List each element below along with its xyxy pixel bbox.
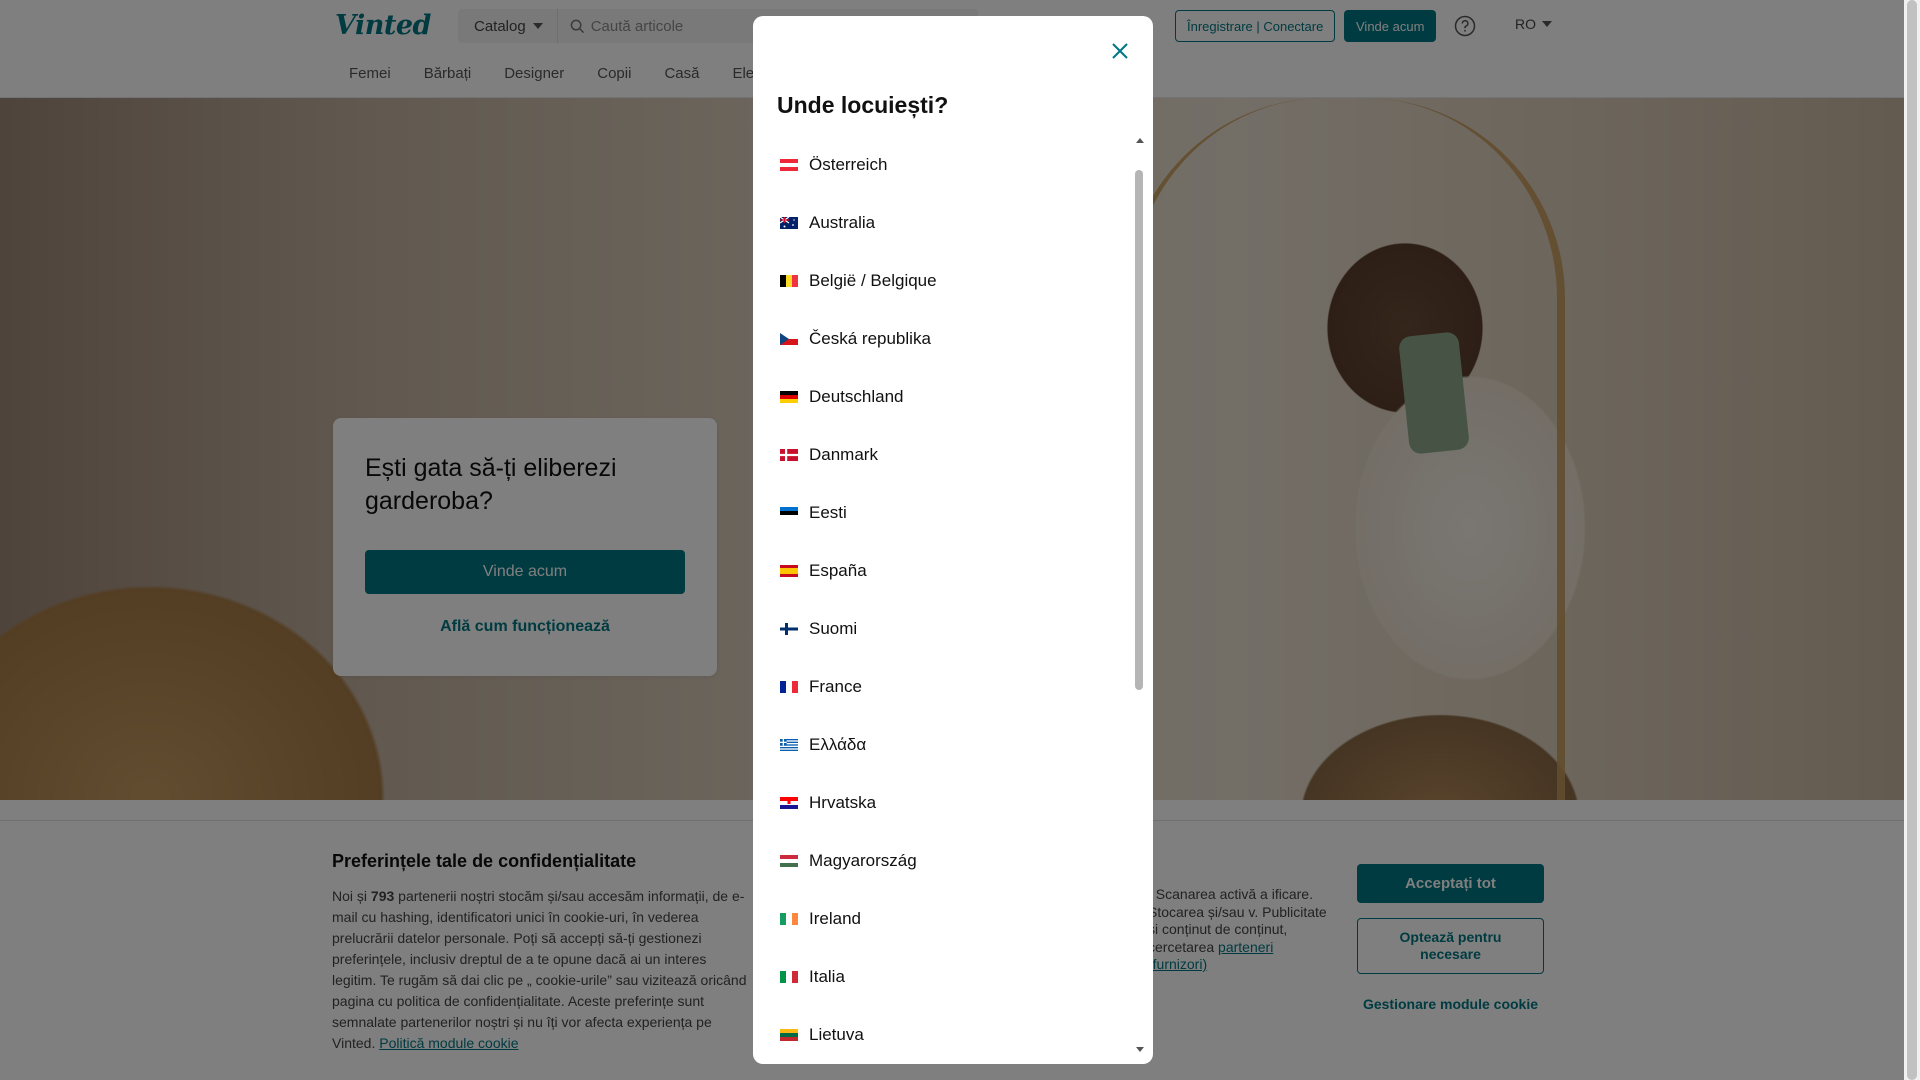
country-item-belgium[interactable]: België / Belgique	[753, 252, 1139, 310]
country-name: Eesti	[809, 503, 847, 522]
country-select-modal: Unde locuiești? Österreich Australia Bel…	[753, 16, 1153, 1064]
croatia-flag-icon	[780, 797, 798, 809]
country-item-croatia[interactable]: Hrvatska	[753, 774, 1139, 832]
country-item-ireland[interactable]: Ireland	[753, 890, 1139, 948]
ireland-flag-icon	[780, 913, 798, 925]
country-item-denmark[interactable]: Danmark	[753, 426, 1139, 484]
country-name: Ελλάδα	[809, 735, 867, 754]
country-name: Italia	[809, 967, 845, 986]
country-item-lithuania[interactable]: Lietuva	[753, 1006, 1139, 1064]
country-name: France	[809, 677, 862, 696]
country-item-australia[interactable]: Australia	[753, 194, 1139, 252]
scroll-down-arrow-icon[interactable]	[1136, 1047, 1144, 1052]
germany-flag-icon	[780, 391, 798, 403]
country-name: Česká republika	[809, 329, 931, 348]
country-name: Deutschland	[809, 387, 904, 406]
country-item-estonia[interactable]: Eesti	[753, 484, 1139, 542]
austria-flag-icon	[780, 159, 798, 171]
lithuania-flag-icon	[780, 1029, 798, 1041]
france-flag-icon	[780, 681, 798, 693]
country-name: España	[809, 561, 867, 580]
scroll-up-arrow-icon[interactable]	[1136, 138, 1144, 143]
country-item-austria[interactable]: Österreich	[753, 136, 1139, 194]
hungary-flag-icon	[780, 855, 798, 867]
country-item-hungary[interactable]: Magyarország	[753, 832, 1139, 890]
modal-scrollbar[interactable]	[1134, 136, 1146, 1054]
country-name: België / Belgique	[809, 271, 937, 290]
greece-flag-icon	[780, 739, 798, 751]
czech-flag-icon	[780, 333, 798, 345]
country-item-germany[interactable]: Deutschland	[753, 368, 1139, 426]
country-item-spain[interactable]: España	[753, 542, 1139, 600]
country-item-france[interactable]: France	[753, 658, 1139, 716]
australia-flag-icon	[780, 217, 798, 229]
close-icon[interactable]	[1105, 36, 1135, 66]
country-list: Österreich Australia België / Belgique Č…	[753, 136, 1139, 1064]
country-item-greece[interactable]: Ελλάδα	[753, 716, 1139, 774]
modal-scrollbar-thumb[interactable]	[1135, 170, 1143, 690]
modal-title: Unde locuiești?	[777, 92, 949, 118]
country-item-italy[interactable]: Italia	[753, 948, 1139, 1006]
page-scrollbar-thumb[interactable]	[1907, 0, 1917, 1080]
country-name: Australia	[809, 213, 876, 232]
country-name: Österreich	[809, 155, 888, 174]
spain-flag-icon	[780, 565, 798, 577]
country-name: Danmark	[809, 445, 878, 464]
denmark-flag-icon	[780, 449, 798, 461]
italy-flag-icon	[780, 971, 798, 983]
belgium-flag-icon	[780, 275, 798, 287]
page-scrollbar[interactable]	[1904, 0, 1920, 1080]
country-name: Magyarország	[809, 851, 917, 870]
country-name: Lietuva	[809, 1025, 864, 1044]
estonia-flag-icon	[780, 507, 798, 519]
country-name: Ireland	[809, 909, 861, 928]
country-item-czech[interactable]: Česká republika	[753, 310, 1139, 368]
finland-flag-icon	[780, 623, 798, 635]
country-item-finland[interactable]: Suomi	[753, 600, 1139, 658]
country-name: Suomi	[809, 619, 858, 638]
country-name: Hrvatska	[809, 793, 877, 812]
